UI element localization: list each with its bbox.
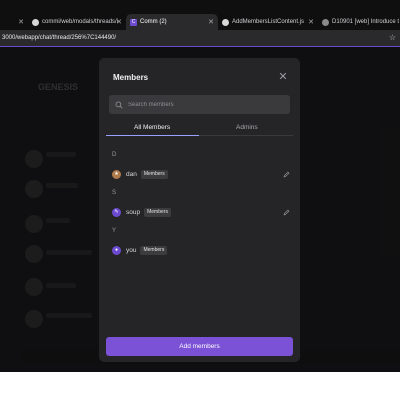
role-badge: Members xyxy=(144,207,171,217)
list-item[interactable]: ● you Members xyxy=(112,244,292,256)
group-letter: Y xyxy=(112,228,117,234)
github-icon xyxy=(32,18,39,26)
pencil-icon[interactable] xyxy=(283,171,290,178)
browser-tab-bar: ✕ commi/web/modals/threads/i ✕ C Comm (2… xyxy=(0,0,400,30)
url-text: 3000/webapp/chat/thread/256%7C144490/ xyxy=(2,35,117,41)
browser-tab-github-threads[interactable]: commi/web/modals/threads/i ✕ xyxy=(28,14,126,30)
browser-window: ✕ commi/web/modals/threads/i ✕ C Comm (2… xyxy=(0,0,400,372)
group-letter: D xyxy=(112,152,117,158)
role-badge: Members xyxy=(140,245,168,255)
member-tabs: All Members Admins xyxy=(106,120,293,136)
member-name: dan xyxy=(126,170,137,178)
tab-all-members[interactable]: All Members xyxy=(134,124,170,131)
avatar: ★ xyxy=(112,169,121,179)
browser-tab-github-addmembers[interactable]: AddMembersListContent.js ✕ xyxy=(218,14,318,30)
github-icon xyxy=(222,18,229,26)
address-bar[interactable]: 3000/webapp/chat/thread/256%7C144490/ ☆ xyxy=(0,30,400,46)
close-icon[interactable]: ✕ xyxy=(208,18,214,26)
browser-tab-partial[interactable]: ✕ xyxy=(0,14,28,30)
modal-title: Members xyxy=(113,73,149,82)
group-letter: S xyxy=(112,190,117,196)
pencil-icon[interactable] xyxy=(283,209,290,216)
tab-admins[interactable]: Admins xyxy=(236,124,258,131)
close-icon[interactable]: ✕ xyxy=(18,18,24,26)
close-icon[interactable]: ✕ xyxy=(308,18,314,26)
tab-label: AddMembersListContent.js xyxy=(232,19,305,25)
active-tab-indicator xyxy=(106,135,199,136)
members-modal: Members ✕ All Members Admins D ★ dan Mem… xyxy=(99,58,300,362)
close-icon[interactable]: ✕ xyxy=(276,70,290,84)
comm-icon: C xyxy=(130,18,137,26)
phabricator-icon xyxy=(322,18,329,26)
search-input[interactable] xyxy=(128,101,278,108)
avatar: ✎ xyxy=(112,207,121,217)
tab-label: commi/web/modals/threads/i xyxy=(42,19,119,25)
bookmark-star-icon[interactable]: ☆ xyxy=(389,33,396,42)
member-name: you xyxy=(126,246,137,254)
member-name: soup xyxy=(126,208,141,216)
role-badge: Members xyxy=(140,169,168,179)
tab-label: D10901 [web] Introduce t xyxy=(332,19,400,25)
close-icon[interactable]: ✕ xyxy=(116,18,122,26)
list-item[interactable]: ✎ soup Members xyxy=(112,206,292,218)
tab-label: Comm (2) xyxy=(140,19,167,25)
search-icon xyxy=(115,101,123,109)
browser-tab-phabricator[interactable]: D10901 [web] Introduce t xyxy=(318,14,400,30)
avatar: ● xyxy=(112,245,121,255)
search-bar[interactable] xyxy=(109,95,290,114)
browser-tab-comm[interactable]: C Comm (2) ✕ xyxy=(126,14,218,30)
list-item[interactable]: ★ dan Members xyxy=(112,168,292,180)
add-members-button[interactable]: Add members xyxy=(106,337,293,356)
